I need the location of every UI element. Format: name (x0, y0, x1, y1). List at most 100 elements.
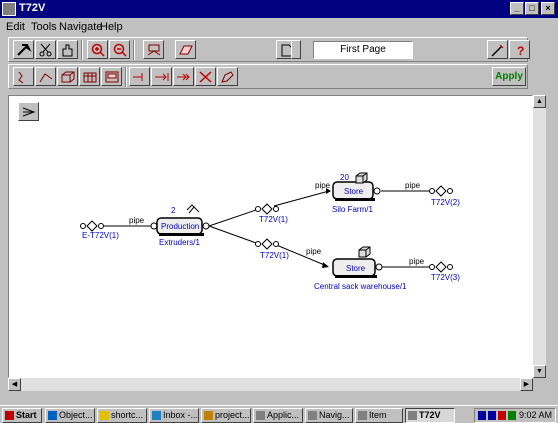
eraser-icon (179, 45, 193, 55)
wizard-button[interactable] (487, 40, 508, 59)
zoom-out-button[interactable] (109, 40, 130, 59)
window-title: T72V (19, 2, 46, 14)
junction-sink-1[interactable] (429, 185, 453, 197)
box-tool-button[interactable] (57, 67, 78, 86)
task-navigator[interactable]: Navig... (305, 408, 353, 423)
table-icon (83, 72, 97, 83)
junction-sink-2[interactable] (429, 261, 453, 273)
link-tool-button[interactable] (129, 67, 150, 86)
junction-2[interactable] (255, 238, 279, 250)
app-icon (408, 411, 417, 420)
source-label: E-T72V(1) (82, 231, 119, 240)
toolbar-main: First Page ? (8, 37, 530, 62)
apply-button[interactable]: Apply (492, 67, 526, 86)
sink-2-label: T72V(3) (431, 273, 460, 282)
folder-icon (100, 411, 109, 420)
taskbar: Start Object... shortc... Inbox -... pro… (0, 405, 558, 423)
pipe-label: pipe (409, 257, 425, 266)
app-window: T72V _ □ × Edit Tools Navigate Help Firs (0, 0, 558, 405)
task-application[interactable]: Applic... (253, 408, 303, 423)
production-count: 2 (171, 206, 176, 215)
box-icon (355, 172, 368, 184)
delete-link-button[interactable] (195, 67, 216, 86)
production-block[interactable] (150, 204, 210, 236)
menu-bar: Edit Tools Navigate Help (0, 19, 558, 35)
magic-wand-icon (491, 44, 504, 57)
hand-icon (62, 44, 73, 57)
flow-line (208, 208, 260, 227)
scroll-up-button[interactable]: ▲ (533, 95, 546, 108)
vertical-scrollbar[interactable]: ▲ ▼ (533, 95, 546, 378)
store-2-name: Store (346, 264, 366, 273)
arrowhead (322, 262, 329, 268)
scroll-down-button[interactable]: ▼ (533, 365, 546, 378)
cut-button[interactable] (35, 40, 56, 59)
task-inbox[interactable]: Inbox -... (149, 408, 199, 423)
close-button[interactable]: × (541, 2, 555, 15)
minimize-button[interactable]: _ (510, 2, 524, 15)
grab-button[interactable] (57, 40, 78, 59)
flow-diagram: E-T72V(1) pipe Production 2 Extruders/1 … (80, 172, 460, 291)
store-block-2[interactable] (332, 246, 383, 278)
tray-icon[interactable] (488, 411, 496, 420)
project-icon (204, 411, 213, 420)
production-caption: Extruders/1 (159, 238, 200, 247)
gear-icon (186, 204, 200, 214)
split-tool-button[interactable] (173, 67, 194, 86)
flow-line (208, 225, 260, 245)
erase-button[interactable] (175, 40, 196, 59)
store-1-caption: Silo Farm/1 (332, 205, 373, 214)
connect-tool-button[interactable] (13, 67, 34, 86)
horizontal-scrollbar[interactable]: ◀ ▶ (8, 378, 533, 391)
app-icon (308, 411, 317, 420)
route-tool-button[interactable] (35, 67, 56, 86)
flow-tool-button[interactable] (151, 67, 172, 86)
task-project[interactable]: project... (201, 408, 251, 423)
question-icon: ? (517, 44, 524, 57)
toolbar-separator (133, 40, 135, 60)
model-button[interactable] (143, 40, 164, 59)
zoom-out-icon (113, 43, 127, 57)
task-object[interactable]: Object... (45, 408, 95, 423)
production-name: Production (161, 222, 199, 231)
junction-source[interactable] (80, 220, 104, 232)
task-shortcut[interactable]: shortc... (97, 408, 147, 423)
tray-icon[interactable] (508, 411, 516, 420)
task-item[interactable]: Item (355, 408, 403, 423)
sink-1-label: T72V(2) (431, 198, 460, 207)
hammer-tool-button[interactable] (13, 40, 34, 59)
menu-edit[interactable]: Edit (6, 21, 25, 33)
scroll-right-button[interactable]: ▶ (520, 378, 533, 391)
menu-help[interactable]: Help (100, 21, 123, 33)
table-tool-button[interactable] (79, 67, 100, 86)
menu-tools[interactable]: Tools (31, 21, 57, 33)
page-prev-button[interactable] (291, 40, 301, 59)
pipe-label: pipe (315, 181, 331, 190)
maximize-button[interactable]: □ (525, 2, 539, 15)
network-icon (147, 44, 161, 56)
zoom-in-icon (91, 43, 105, 57)
scroll-left-button[interactable]: ◀ (8, 378, 21, 391)
start-button[interactable]: Start (2, 408, 42, 423)
clock[interactable]: 9:02 AM (519, 409, 552, 422)
app-icon (2, 2, 16, 16)
route-icon (39, 73, 53, 83)
zoom-in-button[interactable] (87, 40, 108, 59)
app-icon (48, 411, 57, 420)
diagram-canvas[interactable]: E-T72V(1) pipe Production 2 Extruders/1 … (8, 95, 533, 378)
system-tray: 9:02 AM (474, 408, 556, 423)
pen-tool-button[interactable] (217, 67, 238, 86)
page-selector[interactable]: First Page (313, 41, 413, 59)
tray-icon[interactable] (498, 411, 506, 420)
svg-text:?: ? (517, 44, 524, 57)
menu-navigate[interactable]: Navigate (59, 21, 102, 33)
task-t72v[interactable]: T72V (405, 408, 455, 423)
hammer-icon (17, 44, 32, 56)
toolbar-separator (81, 40, 83, 60)
help-button[interactable]: ? (509, 40, 530, 59)
toolbar-separator (125, 67, 127, 87)
panel-tool-button[interactable] (101, 67, 122, 86)
tray-icon[interactable] (478, 411, 486, 420)
pipe-line (273, 190, 330, 207)
pipe-label: pipe (405, 181, 421, 190)
